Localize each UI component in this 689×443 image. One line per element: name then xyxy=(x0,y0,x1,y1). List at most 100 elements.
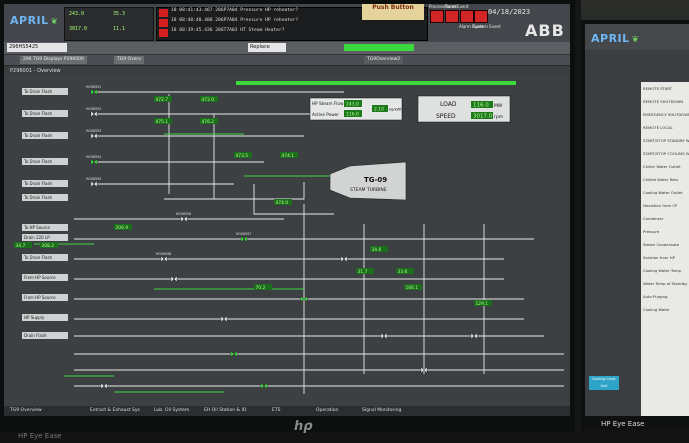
tab-eh-oil[interactable]: EH Oil Station & IO xyxy=(204,407,246,415)
temp-readout: 70.2 xyxy=(256,285,266,291)
right-menu-item[interactable]: Steam Condensate xyxy=(643,242,679,247)
valve-icon[interactable] xyxy=(260,382,268,390)
tab-signal-monitoring[interactable]: Signal Monitoring xyxy=(362,407,401,415)
hp-flow-value: 243.0 xyxy=(346,102,359,108)
alarm-event-label: Alarm Event xyxy=(444,4,469,9)
speed-value: 3017.0 xyxy=(473,114,493,120)
right-menu-item[interactable]: Condenser xyxy=(643,216,663,221)
tab-tg9-overview-bottom[interactable]: TG9 Overview xyxy=(10,407,42,415)
right-menu-item[interactable]: START/STOP STANDBY WATER xyxy=(643,138,689,143)
tab-lub-oil[interactable]: Lub. Oil System xyxy=(154,407,189,415)
valve-icon[interactable] xyxy=(90,180,98,188)
right-menu-item[interactable]: Auto Purging xyxy=(643,294,667,299)
right-menu-item[interactable]: Solution from HP xyxy=(643,255,675,260)
temp-readout: 129.1 xyxy=(476,301,489,307)
right-menu-item[interactable]: Chilled Water Retu xyxy=(643,177,678,182)
temp-readout: 472.0 xyxy=(202,97,215,103)
right-menu-item[interactable]: Cooling Water xyxy=(643,307,670,312)
valve-icon[interactable] xyxy=(340,255,348,263)
right-menu-item[interactable]: Deviation from CP xyxy=(643,203,677,208)
valve-icon[interactable] xyxy=(160,255,168,263)
valve-icon[interactable] xyxy=(90,110,98,118)
valve-tag: HGV6558 xyxy=(156,252,171,256)
cooling-unit-bar[interactable]: Cooling Cond. Unit xyxy=(589,376,619,390)
valve-tag: HGV6552 xyxy=(86,107,101,111)
valve-icon[interactable] xyxy=(100,382,108,390)
alarm-row[interactable]: 18 08:39:45.436 286T7A03 HT Steam Heater… xyxy=(157,28,427,38)
tag-selector[interactable]: 296HS5425 xyxy=(7,43,67,52)
tab-tg9-displays[interactable]: 296 TG9 Displays P296000 xyxy=(20,56,87,64)
temp-readout: 472.7 xyxy=(156,97,169,103)
temp-readout: 474.1 xyxy=(282,153,295,159)
date-display: 04/18/2023 xyxy=(488,8,531,16)
right-menu-item[interactable]: Cooling Water Temp xyxy=(643,268,681,273)
system-event-button[interactable] xyxy=(474,10,488,23)
tab-extract-exhaust[interactable]: Extract & Exhaust Sys xyxy=(90,407,140,415)
temp-readout: 34.7 xyxy=(16,243,26,249)
valve-tag: HGV6555 xyxy=(86,177,101,181)
valve-icon[interactable] xyxy=(470,332,478,340)
abb-logo: ABB xyxy=(525,21,565,40)
process-event-button[interactable] xyxy=(430,10,444,23)
valve-icon[interactable] xyxy=(180,215,188,223)
valve-icon[interactable] xyxy=(90,132,98,140)
valve-icon[interactable] xyxy=(90,158,98,166)
hp-flow-label: HP Steam Flow xyxy=(312,101,344,106)
bottom-tabs: TG9 Overview Extract & Exhaust Sys Lub. … xyxy=(4,406,570,416)
display-tabs: 296 TG9 Displays P296000 TG9 Overv TG9Ov… xyxy=(4,55,570,66)
active-power-label: Active Power xyxy=(312,112,339,117)
valve-tag: HGV6553 xyxy=(86,129,101,133)
alarm-flag-icon xyxy=(159,19,168,27)
temp-readout: 476.2 xyxy=(202,119,215,125)
status-value: 243.0 xyxy=(69,11,85,17)
alarm-event-button[interactable] xyxy=(445,10,459,23)
right-menu-item[interactable]: Pressure xyxy=(643,229,659,234)
main-monitor: APRIL ❦ 243.0 35.3 3017.0 11.1 18 08:41:4… xyxy=(0,0,581,440)
tab-ets[interactable]: ETS xyxy=(272,407,280,415)
valve-icon[interactable] xyxy=(220,315,228,323)
status-value: 3017.0 xyxy=(69,26,88,32)
right-menu-item[interactable]: EMERGENCY SHUTDOWN xyxy=(643,112,689,117)
flow-destination-label: To HP Source xyxy=(23,225,50,230)
flow-destination-label: To Drain Flash xyxy=(23,181,53,186)
valve-icon[interactable] xyxy=(230,350,238,358)
valve-icon[interactable] xyxy=(170,275,178,283)
status-value: 35.3 xyxy=(113,11,126,17)
right-menu-item[interactable]: REMOTE SHUTDOWN xyxy=(643,99,683,104)
load-unit: MW xyxy=(494,103,503,109)
active-power-value: 116.0 xyxy=(346,112,359,118)
replace-dropdown[interactable]: Replace xyxy=(248,43,286,52)
right-menu-item[interactable]: START/STOP COOLING WATER xyxy=(643,151,689,156)
load-label: LOAD xyxy=(440,101,457,108)
right-menu-item[interactable]: REMOTE LOCAL xyxy=(643,125,673,130)
load-bar xyxy=(236,81,516,85)
speed-unit: rpm xyxy=(494,114,503,120)
right-menu-item[interactable]: Chiller Water Outlet xyxy=(643,164,681,169)
alarm-event-button-2[interactable] xyxy=(460,10,474,23)
temp-readout: 473.5 xyxy=(236,153,249,159)
valve-icon[interactable] xyxy=(90,88,98,96)
valve-icon[interactable] xyxy=(380,332,388,340)
right-menu-item[interactable]: REMOTE START xyxy=(643,86,672,91)
temp-readout: 33.6 xyxy=(398,269,408,275)
valve-tag: HGV6551 xyxy=(86,85,101,89)
dcs-screen: APRIL ❦ 243.0 35.3 3017.0 11.1 18 08:41:4… xyxy=(4,4,570,416)
tab-tg9-overview[interactable]: TG9 Overv xyxy=(114,56,145,64)
right-menu-item[interactable]: Water Temp of Standby xyxy=(643,281,687,286)
april-logo: APRIL ❦ xyxy=(10,14,59,27)
flow-destination-label: HP Supply xyxy=(24,315,45,320)
alarm-flag-icon xyxy=(159,29,168,37)
tab-tg9-overview-2[interactable]: TG9Overview2 xyxy=(364,56,404,64)
flow-destination-label: Drain Flash xyxy=(24,333,47,338)
flow-destination-label: To Drain Flash xyxy=(23,89,53,94)
tab-operation[interactable]: Operation xyxy=(316,407,338,415)
turbine-label: TG-09 xyxy=(364,176,387,184)
flow-destination-label: To Drain Flash xyxy=(23,133,53,138)
flow-destination-label: To Drain Flash xyxy=(23,195,53,200)
status-values-box: 243.0 35.3 3017.0 11.1 xyxy=(64,7,154,41)
temp-readout: 475.1 xyxy=(156,119,169,125)
hp-logo-icon: ℎρ xyxy=(294,419,313,434)
ratio-value: 2.10 xyxy=(374,107,384,113)
valve-icon[interactable] xyxy=(240,235,248,243)
right-menu-item[interactable]: Cooling Water Outlet xyxy=(643,190,683,195)
